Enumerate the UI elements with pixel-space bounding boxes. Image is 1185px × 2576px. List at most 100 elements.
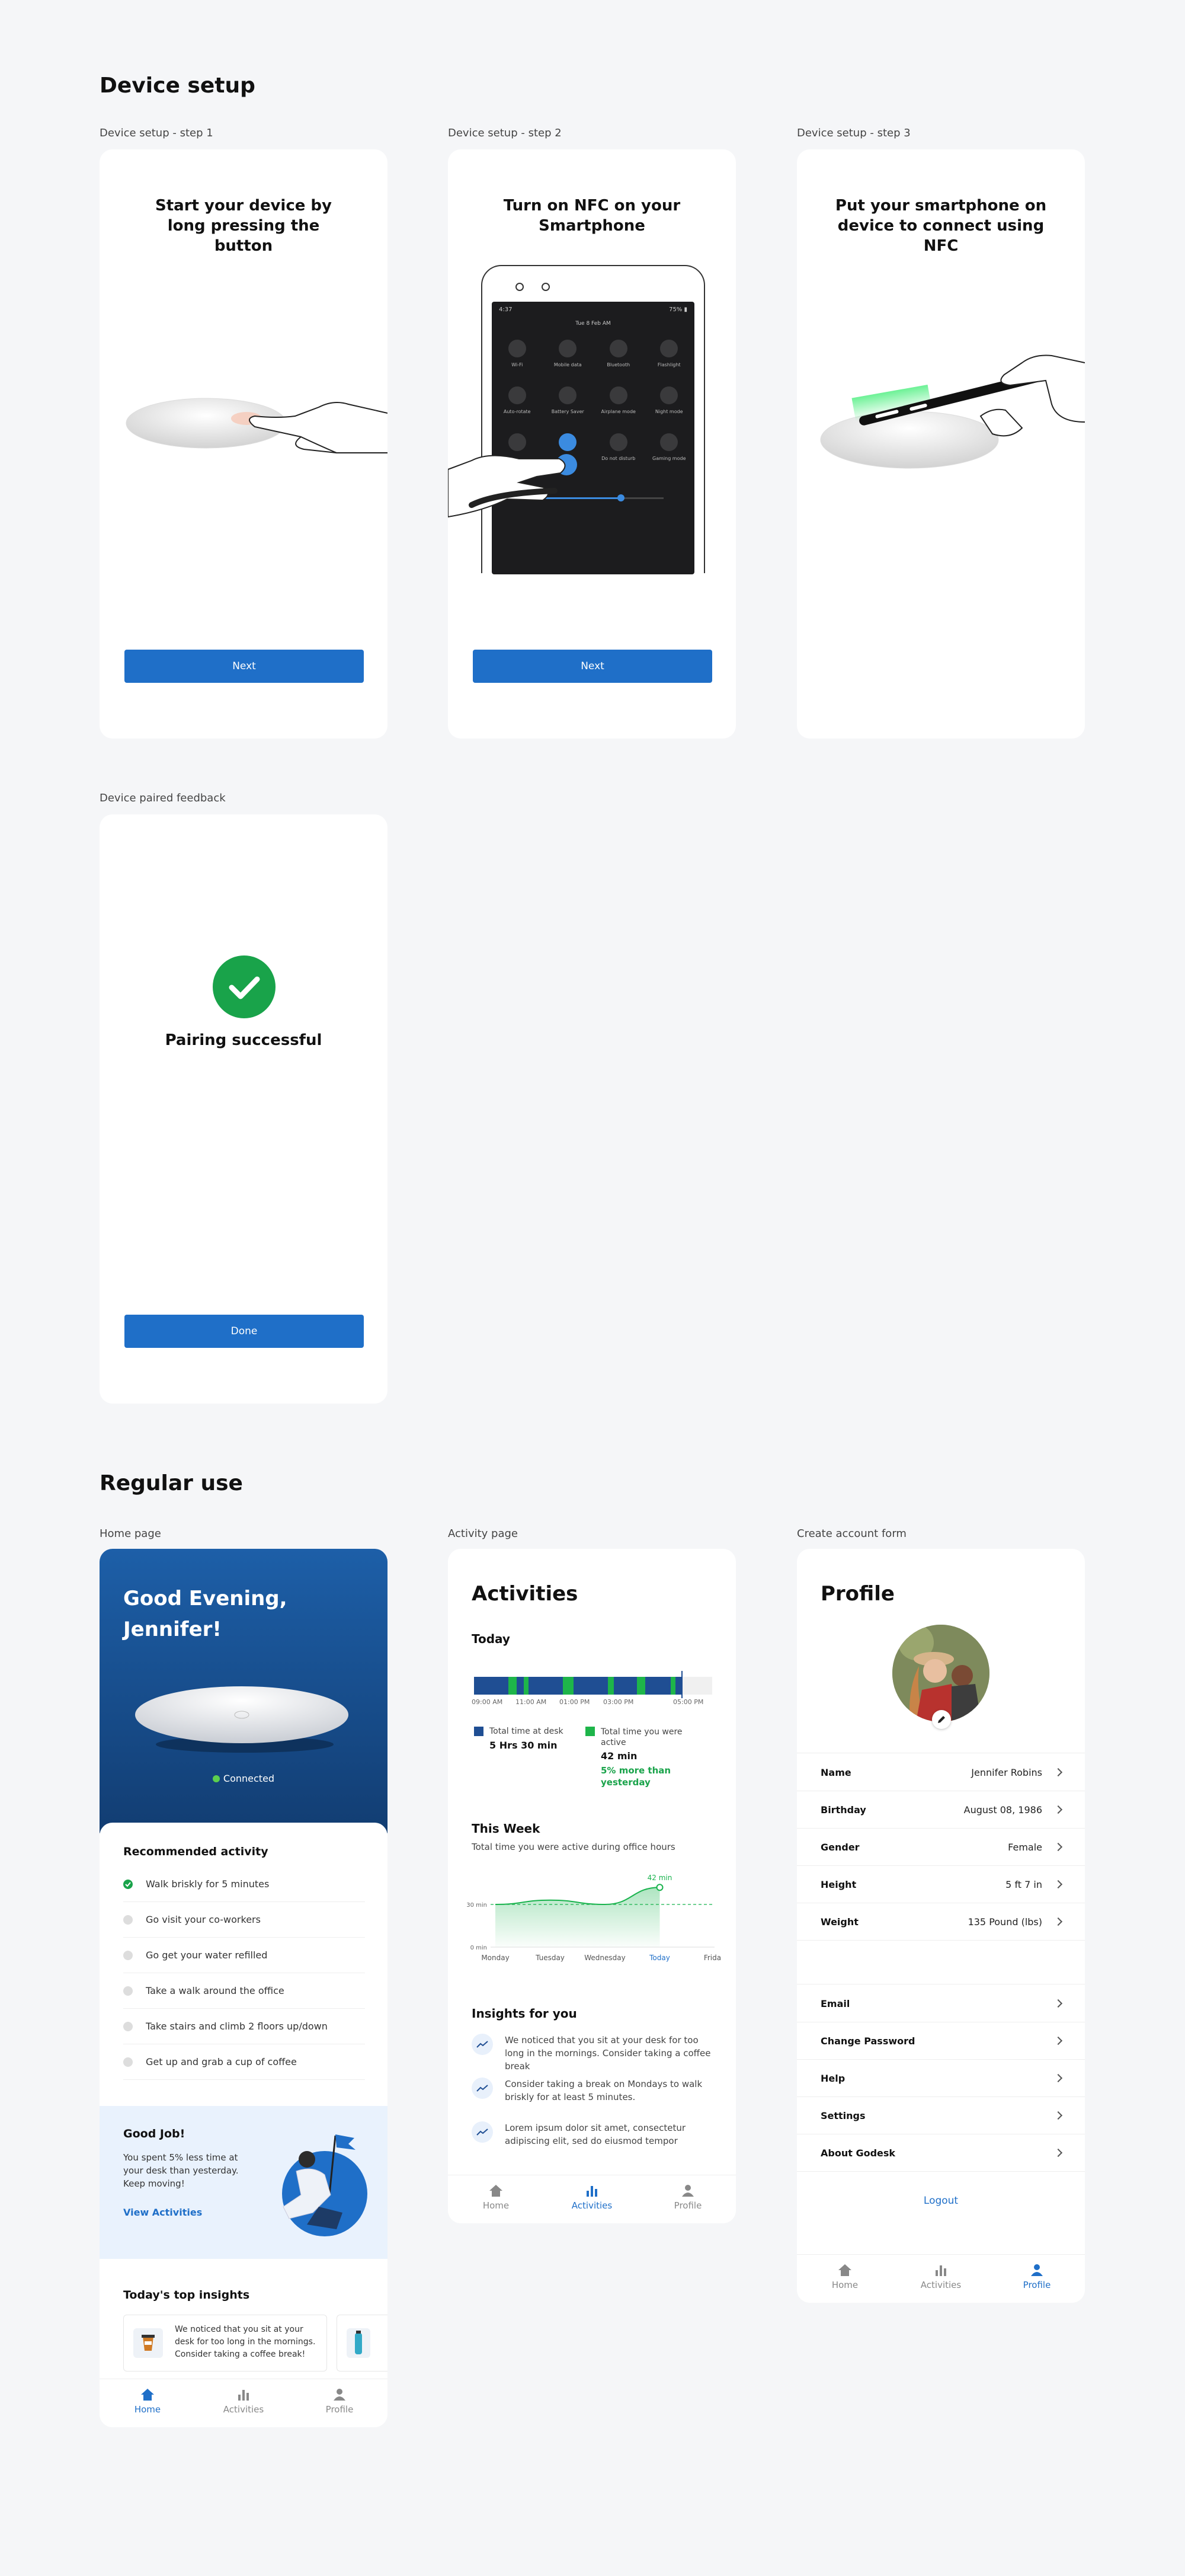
today-title: Today [472,1632,510,1646]
weekly-activity-chart: 42 min 0 min 30 min Monday Tuesday Wednesday T… [466,1874,720,1962]
profile-row-value: 5 ft 7 in [1005,1878,1042,1890]
logout-button[interactable]: Logout [797,2195,1085,2207]
nav-activities[interactable]: Activities [893,2255,989,2303]
nav-activities-label: Activities [223,2404,264,2415]
chevron-right-icon [1053,2111,1063,2120]
quick-setting-label: Night mode [655,409,683,414]
account-row[interactable]: Email [797,1985,1085,2022]
insight-item[interactable]: Lorem ipsum dolor sit amet, consectetur … [472,2121,715,2147]
profile-row[interactable]: Gender Female [797,1829,1085,1866]
account-row[interactable]: Help [797,2060,1085,2097]
quick-setting-tile[interactable]: Battery Saver [543,386,594,414]
timeline-active-segment [563,1677,574,1695]
quick-setting-icon [660,340,678,357]
chevron-right-icon [1053,1880,1063,1889]
recommended-item-label: Get up and grab a cup of coffee [146,2056,297,2067]
recommended-item[interactable]: Go get your water refilled [123,1938,365,1973]
nav-profile[interactable]: Profile [640,2175,736,2223]
device-press-illustration [126,398,387,453]
home-icon [489,2185,502,2197]
quick-setting-tile[interactable]: Bluetooth [593,340,644,367]
chart-x-tick-label: Monday [481,1954,509,1962]
good-job-panel: Good Job! You spent 5% less time at your… [100,2106,387,2259]
quick-setting-tile[interactable]: Mobile data [543,340,594,367]
connection-status: Connected [100,1773,387,1784]
recommended-item[interactable]: Go visit your co-workers [123,1902,365,1938]
recommended-item[interactable]: Get up and grab a cup of coffee [123,2044,365,2080]
connection-status-label: Connected [223,1773,275,1784]
insight-item-text: Lorem ipsum dolor sit amet, consectetur … [505,2123,686,2146]
nav-activities[interactable]: Activities [544,2175,640,2223]
nav-home[interactable]: Home [448,2175,544,2223]
quick-setting-icon [609,340,627,357]
insight-card[interactable]: We noticed that you sit at your desk for… [123,2315,327,2372]
timeline-tick-label: 05:00 PM [673,1698,704,1706]
timeline-tick-label: 09:00 AM [472,1698,503,1706]
chart-y-tick-label: 30 min [466,1902,487,1909]
timeline-active-segment [671,1677,675,1695]
trend-icon [472,2034,493,2055]
step2-next-button[interactable]: Next [473,650,712,683]
chart-x-tick-label: Tuesday [535,1954,565,1962]
insight-item[interactable]: We noticed that you sit at your desk for… [472,2034,715,2073]
account-row-label: About Godesk [821,2147,896,2159]
profile-row[interactable]: Weight 135 Pound (lbs) [797,1903,1085,1941]
chevron-right-icon [1053,1917,1063,1926]
quick-setting-tile[interactable]: Do not disturb [593,433,644,461]
account-row[interactable]: Change Password [797,2022,1085,2060]
quick-setting-label: Mobile data [553,362,582,367]
quick-setting-tile[interactable]: Gaming mode [644,433,695,461]
quick-setting-tile[interactable]: Night mode [644,386,695,414]
insight-item[interactable]: Consider taking a break on Mondays to wa… [472,2078,715,2104]
recommended-item[interactable]: Take a walk around the office [123,1973,365,2009]
profile-row[interactable]: Height 5 ft 7 in [797,1866,1085,1903]
section-title-device-setup: Device setup [100,73,255,98]
recommended-item[interactable]: Walk briskly for 5 minutes [123,1867,365,1902]
profile-row[interactable]: Birthday August 08, 1986 [797,1791,1085,1829]
nav-profile[interactable]: Profile [292,2379,387,2427]
chevron-right-icon [1053,1999,1063,2008]
view-activities-link[interactable]: View Activities [123,2207,202,2218]
nav-home[interactable]: Home [100,2379,196,2427]
quick-setting-icon [508,340,526,357]
nav-home[interactable]: Home [797,2255,893,2303]
quick-setting-label: Bluetooth [607,362,630,367]
nav-profile-label: Profile [325,2404,354,2415]
account-row[interactable]: About Godesk [797,2134,1085,2172]
quick-setting-label: Auto-rotate [503,409,531,414]
home-content: Recommended activity Walk briskly for 5 … [100,1823,387,2427]
quick-setting-tile[interactable]: Wi-Fi [492,340,543,367]
quick-setting-icon [508,386,526,404]
quick-setting-tile[interactable]: Flashlight [644,340,695,367]
insight-card-next[interactable] [337,2315,387,2372]
account-row-label: Help [821,2072,845,2084]
radio-dot-icon [123,2021,133,2031]
step1-next-button[interactable]: Next [124,650,364,683]
nav-profile[interactable]: Profile [989,2255,1085,2303]
home-header: Good Evening, Jennifer! Connected [100,1549,387,1833]
quick-setting-tile[interactable]: Auto-rotate [492,386,543,414]
profile-screen: Profile Name Jennifer Robins Birthday Augus… [797,1549,1085,2303]
profile-row[interactable]: Name Jennifer Robins [797,1754,1085,1791]
pencil-icon [938,1716,945,1723]
done-button[interactable]: Done [124,1315,364,1348]
nav-activities[interactable]: Activities [196,2379,292,2427]
celebration-illustration [282,2134,367,2236]
week-title: This Week [472,1821,540,1836]
recommended-item[interactable]: Take stairs and climb 2 floors up/down [123,2009,365,2044]
pairing-success-title: Pairing successful [165,1031,322,1049]
quick-setting-icon [559,340,577,357]
nav-profile-label: Profile [674,2200,702,2211]
step3-title: Put your smartphone on device to connect… [835,197,1047,255]
profile-avatar[interactable] [892,1625,989,1722]
home-icon [141,2389,154,2401]
account-row-label: Change Password [821,2035,915,2047]
quick-setting-tile[interactable]: Airplane mode [593,386,644,414]
chart-area [495,1887,660,1947]
recommended-item-label: Go get your water refilled [146,1949,268,1961]
section-title-regular-use: Regular use [100,1471,243,1495]
profile-row-label: Birthday [821,1804,866,1816]
profile-row-value: 135 Pound (lbs) [968,1916,1042,1928]
account-row[interactable]: Settings [797,2097,1085,2134]
edit-avatar-button[interactable] [932,1710,951,1729]
